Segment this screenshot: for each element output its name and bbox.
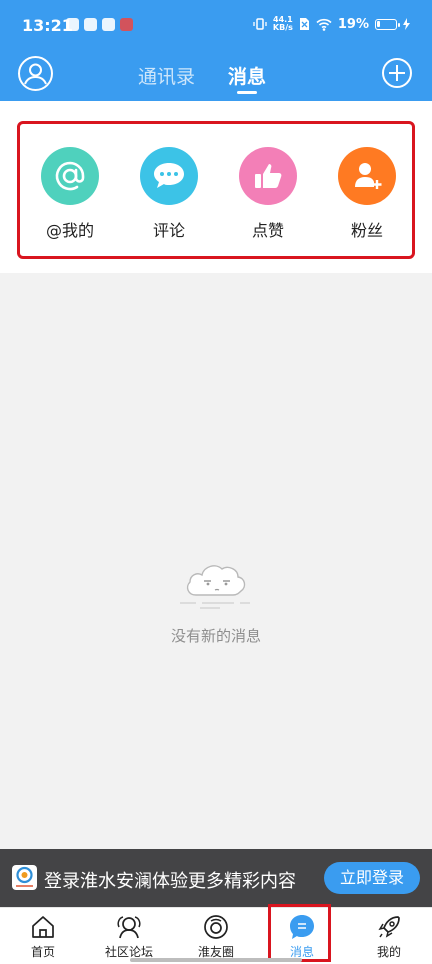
category-at-me[interactable]: @我的 [20, 147, 120, 241]
tab-messages[interactable]: 消息 [228, 62, 266, 89]
battery-icon [375, 18, 400, 30]
category-circle [140, 147, 198, 205]
wifi-icon [316, 18, 332, 31]
category-label: 点赞 [251, 221, 284, 240]
bottom-tab-moments[interactable]: 淮友圈 [173, 908, 259, 964]
battery-level [377, 20, 380, 27]
login-button[interactable]: 立即登录 [324, 862, 420, 894]
bottom-tab-me[interactable]: 我的 [346, 908, 432, 964]
empty-message: 没有新的消息 [170, 627, 261, 645]
category-label: 评论 [152, 221, 185, 240]
avatar[interactable] [18, 56, 53, 91]
category-label: @我的 [45, 221, 94, 240]
battery-percent: 19% [337, 16, 369, 32]
add-button[interactable] [382, 58, 412, 88]
home-icon [32, 916, 54, 938]
category-circle [338, 147, 396, 205]
bottom-tab-community[interactable]: 社区论坛 [86, 908, 172, 964]
rocket-icon [378, 916, 400, 938]
banner-text: 登录淮水安澜体验更多精彩内容 [44, 871, 296, 892]
category-comments[interactable]: 评论 [119, 147, 219, 241]
notification-app-icon [102, 18, 115, 31]
notification-app-icon [120, 18, 133, 31]
status-right: 44.1 KB/s 19% [253, 16, 410, 32]
message-list-empty: 没有新的消息 [0, 273, 432, 849]
active-tab-indicator [237, 91, 257, 94]
top-nav: 通讯录 消息 [0, 50, 432, 101]
notification-app-icon [84, 18, 97, 31]
bottom-tab-home[interactable]: 首页 [0, 908, 86, 964]
notification-icons [66, 18, 133, 31]
categories-highlight-box: @我的 评论 点赞 粉丝 [17, 121, 415, 259]
bottom-tab-label: 首页 [30, 945, 55, 959]
logo-icon [16, 866, 33, 887]
cloud-face-icon [180, 565, 250, 609]
bottom-tab-label: 我的 [376, 945, 401, 959]
message-categories: @我的 评论 点赞 粉丝 [0, 101, 432, 273]
category-label: 粉丝 [350, 221, 383, 240]
tab-contacts[interactable]: 通讯录 [138, 62, 195, 89]
charging-icon [403, 18, 410, 30]
net-speed: 44.1 KB/s [272, 15, 293, 32]
app-logo [12, 865, 37, 890]
category-circle [239, 147, 297, 205]
category-fans[interactable]: 粉丝 [317, 147, 417, 241]
messages-tab-highlight-box [268, 904, 331, 962]
notification-app-icon [66, 18, 79, 31]
comment-bubble-icon [154, 163, 184, 188]
login-banner: 登录淮水安澜体验更多精彩内容 立即登录 [0, 849, 432, 907]
at-icon [55, 161, 85, 191]
vibrate-icon [253, 18, 267, 30]
moments-icon [204, 915, 228, 939]
thumbs-up-icon [255, 164, 282, 188]
app-header: 13:21 44.1 KB/s 19% 通讯录 消息 [0, 0, 432, 101]
bottom-tab-bar: 首页 社区论坛 淮友圈 消息 我的 [0, 907, 432, 964]
status-bar: 13:21 44.1 KB/s 19% [0, 0, 432, 50]
category-circle [41, 147, 99, 205]
add-fan-icon [355, 163, 382, 189]
plus-icon [389, 65, 405, 81]
community-icon [117, 916, 141, 939]
user-icon [24, 63, 47, 85]
category-likes[interactable]: 点赞 [218, 147, 318, 241]
gesture-bar[interactable] [130, 958, 302, 962]
no-sim-icon [299, 18, 309, 30]
